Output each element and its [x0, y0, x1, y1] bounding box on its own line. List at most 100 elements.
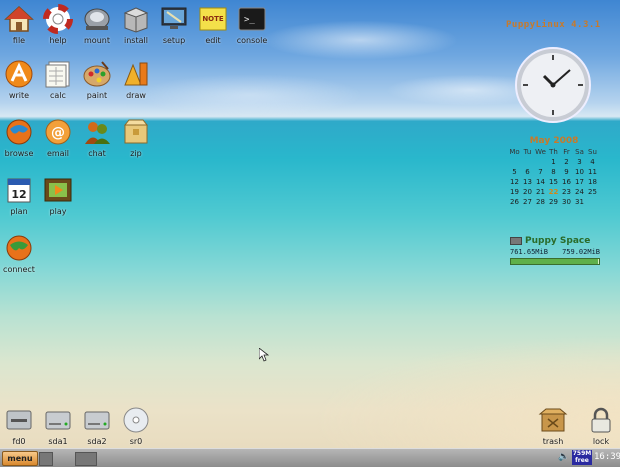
- calendar-day: 18: [588, 178, 597, 186]
- globe-connect-icon: [6, 235, 32, 261]
- taskbar-clock[interactable]: 16:39: [594, 452, 620, 462]
- calendar-day: 17: [575, 178, 584, 186]
- drive-label: sr0: [129, 437, 143, 446]
- calendar-day: 24: [575, 188, 584, 196]
- icon-label: zip: [130, 149, 142, 158]
- disk-space-title: Puppy Space: [510, 236, 600, 246]
- calendar-day: 5: [512, 168, 517, 176]
- note-glyph: NOTE: [202, 15, 224, 23]
- calendar-day: 29: [549, 198, 558, 206]
- calendar-day: 3: [577, 158, 582, 166]
- calendar-day: 19: [510, 188, 519, 196]
- weekday-header: Sa: [575, 148, 584, 156]
- calendar-day: 8: [551, 168, 556, 176]
- calendar-day: 14: [536, 178, 545, 186]
- prompt-glyph: >_: [244, 15, 255, 25]
- disk-space-fill: [511, 259, 599, 264]
- calendar-widget: May 2008 Mo Tu We Th Fr Sa Su 1 2 3 4 5 …: [508, 136, 600, 206]
- weekday-header: Su: [588, 148, 597, 156]
- calendar-day: [534, 158, 547, 166]
- free-space-badge: 759M free: [572, 450, 592, 465]
- disk-free-value: 761.65MiB: [510, 248, 548, 256]
- drive-mount-icon: [84, 8, 110, 30]
- film-reel-icon: [44, 178, 72, 202]
- calendar-day: [586, 198, 599, 206]
- calendar-day: 1: [551, 158, 556, 166]
- calendar-day: 6: [525, 168, 530, 176]
- calendar-day: 16: [562, 178, 571, 186]
- palette-icon: [83, 61, 111, 87]
- monitor-tools-icon: [161, 7, 187, 29]
- disk-space-bar: [510, 258, 600, 265]
- icon-label: trash: [542, 437, 564, 446]
- archive-box-icon: [123, 119, 149, 144]
- hard-drive-icon: [510, 236, 522, 245]
- icon-trash[interactable]: trash: [526, 405, 580, 447]
- weekday-header: Th: [549, 148, 558, 156]
- mouse-cursor-icon: [259, 348, 269, 362]
- calendar-grid: Mo Tu We Th Fr Sa Su 1 2 3 4 5 6 7 8 9 1…: [508, 148, 600, 206]
- icon-console[interactable]: >_ console: [225, 4, 279, 46]
- icon-label: connect: [3, 265, 35, 274]
- notepad-icon: NOTE: [199, 7, 227, 31]
- icon-label: draw: [126, 91, 146, 100]
- weekday-header: Tu: [523, 148, 532, 156]
- calendar-day: 26: [510, 198, 519, 206]
- calendar-day: 30: [562, 198, 571, 206]
- terminal-icon: >_: [238, 7, 266, 31]
- padlock-icon: [591, 407, 611, 433]
- icon-draw[interactable]: draw: [109, 59, 163, 101]
- calendar-day: 25: [588, 188, 597, 196]
- calendar-day-today: 22: [548, 188, 559, 196]
- icon-play[interactable]: play: [31, 175, 85, 217]
- calendar-day: 21: [536, 188, 545, 196]
- abiword-icon: [5, 60, 33, 88]
- taskbar-slot[interactable]: [75, 452, 97, 466]
- icon-zip[interactable]: zip: [109, 117, 163, 159]
- calendar-day: 20: [523, 188, 532, 196]
- drive-sr0[interactable]: sr0: [109, 405, 163, 447]
- email-at-icon: @: [45, 119, 71, 145]
- speaker-icon[interactable]: 🔈: [558, 452, 569, 462]
- hard-disk-icon: [84, 411, 110, 430]
- disk-space-values: 761.65MiB 759.02MiB: [510, 248, 600, 256]
- icon-lock[interactable]: lock: [574, 405, 620, 447]
- calendar-day-icon: 12: [7, 178, 31, 203]
- calendar-day: 23: [562, 188, 571, 196]
- spreadsheet-icon: [45, 61, 70, 88]
- calendar-day: 27: [523, 198, 532, 206]
- hard-disk-icon: [45, 411, 71, 430]
- calendar-title: May 2008: [529, 136, 579, 146]
- calendar-day: 11: [588, 168, 597, 176]
- chat-people-icon: [85, 122, 110, 144]
- home-icon: [4, 5, 34, 32]
- calendar-day: 7: [538, 168, 543, 176]
- icon-label: play: [49, 207, 67, 216]
- icon-connect[interactable]: connect: [0, 233, 46, 275]
- disk-total-value: 759.02MiB: [562, 248, 600, 256]
- icon-label: lock: [592, 437, 610, 446]
- disk-space-widget: Puppy Space 761.65MiB 759.02MiB: [510, 236, 600, 265]
- disk-space-label: Puppy Space: [525, 236, 591, 246]
- icon-label: console: [236, 36, 268, 45]
- calendar-day: 13: [523, 178, 532, 186]
- floppy-drive-icon: [6, 410, 32, 430]
- calendar-day: 12: [510, 178, 519, 186]
- weekday-header: Mo: [509, 148, 520, 156]
- weekday-header: Fr: [563, 148, 570, 156]
- calendar-day: 15: [549, 178, 558, 186]
- draw-tools-icon: [124, 62, 148, 86]
- calendar-day: 2: [564, 158, 569, 166]
- trash-box-icon: [538, 408, 568, 432]
- calendar-day: 4: [590, 158, 595, 166]
- at-glyph: @: [51, 125, 65, 141]
- day-glyph: 12: [11, 188, 26, 201]
- taskbar-slot[interactable]: [39, 452, 53, 466]
- globe-browser-icon: [6, 119, 32, 145]
- calendar-day: 31: [575, 198, 584, 206]
- calendar-day: 9: [564, 168, 569, 176]
- calendar-day: 10: [575, 168, 584, 176]
- start-menu-button[interactable]: menu: [2, 451, 38, 466]
- taskbar: menu 🔈 759M free 16:39: [0, 448, 620, 467]
- calendar-day: [508, 158, 521, 166]
